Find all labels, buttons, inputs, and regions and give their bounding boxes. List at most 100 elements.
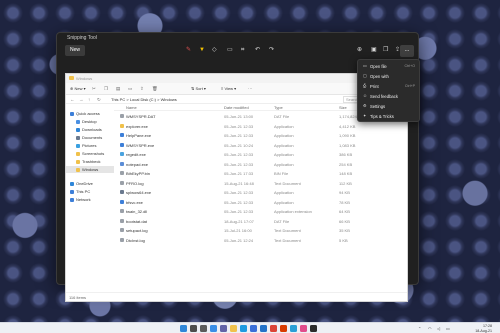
nav-item[interactable]: This PC [66,188,114,195]
teams-chat-icon[interactable] [220,325,227,332]
file-icon [120,180,124,185]
more-icon[interactable]: ... [400,45,414,57]
file-icon [120,199,124,204]
redo-icon[interactable]: ↷ [269,47,274,54]
file-size: 5 KB [339,237,348,243]
file-row[interactable]: bootstat.dat 18-Aug-21 17:07 DAT File 66 KB [114,217,407,225]
nav-item[interactable]: Screenshots [66,150,114,157]
file-type: Application extension [274,209,312,214]
nav-item-label: Trashbeck [82,159,101,164]
file-row[interactable]: regedit.exe 05-Jun-21 12:33 Application 386… [114,150,407,158]
file-row[interactable]: WMSYSPR.exe 05-Jun-21 10:24 Application 1,0… [114,141,407,149]
explorer-command-bar: ⊕ New ▾ ✂ ❐ ▤ ▭ ⇪ 🗑 ⇅ Sort ▾ ≡ View ▾ ··… [66,83,407,95]
file-size: 112 KB [339,180,352,186]
address-bar[interactable]: This PC > Local Disk (C:) > Windows [108,96,338,103]
clock-date: 18-Aug-21 [475,328,492,333]
highlighter-icon[interactable]: ▼ [199,47,205,54]
file-row[interactable]: notepad.exe 05-Jun-21 12:33 Application 254… [114,160,407,168]
nav-item[interactable]: Desktop [66,118,114,125]
nav-item-label: Windows [82,167,99,172]
nav-item[interactable]: Trashbeck [66,158,114,165]
clock[interactable]: 17:28 18-Aug-21 [460,324,492,333]
file-row[interactable]: HelpPane.exe 05-Jun-21 12:33 Application 1,… [114,131,407,139]
terminal-icon[interactable] [310,325,317,332]
menu-item-open-file[interactable]: ▭ Open file Ctrl+O [358,61,419,71]
menu-item-settings[interactable]: ⚙ Settings [358,101,419,111]
file-type: Text Document [274,237,301,243]
zoom-icon[interactable]: ⊕ [357,47,362,54]
column-date[interactable]: Date modified [224,105,249,110]
column-name[interactable]: Name [126,105,137,110]
file-row[interactable]: splwow64.exe 05-Jun-21 12:33 Application 94… [114,188,407,196]
lightbulb-icon: ✦ [363,113,367,118]
edge-icon[interactable] [240,325,247,332]
nav-item[interactable]: Pictures [66,142,114,149]
more-icon[interactable]: ··· [248,86,253,91]
file-explorer-icon[interactable] [230,325,237,332]
nav-item[interactable]: Windows [66,166,114,173]
share-icon[interactable]: ⇪ [140,86,144,92]
photos-icon[interactable] [290,325,297,332]
file-type: Application [274,190,294,195]
undo-icon[interactable]: ↶ [255,47,260,54]
chrome-icon[interactable] [270,325,277,332]
file-row[interactable]: BthEkyPP.bin 05-Jun-21 17:33 BIN File 148 K… [114,169,407,177]
nav-item[interactable]: Network [66,196,114,203]
delete-icon[interactable]: 🗑 [152,86,158,92]
nav-item[interactable]: Quick access [66,110,114,117]
chevron-up-icon[interactable]: ⌃ [418,326,421,331]
menu-item-label: Open with [370,74,389,79]
task-view-icon[interactable] [200,325,207,332]
start-icon[interactable] [180,325,187,332]
nav-item[interactable]: Downloads [66,126,114,133]
file-row[interactable]: PFRO.log 15-Aug-21 16:48 Text Document 112 … [114,179,407,187]
snipping-tool-icon[interactable] [300,325,307,332]
file-row[interactable]: DtcInst.log 05-Jun-21 12:24 Text Document 5… [114,236,407,244]
copy-icon[interactable]: ❐ [104,86,108,92]
back-icon[interactable]: ← [70,97,75,102]
menu-item-print[interactable]: ⎙ Print Ctrl+P [358,81,419,91]
ruler-icon[interactable]: ▭ [227,47,233,54]
crop-icon[interactable]: ⌗ [241,47,244,54]
pen-icon[interactable]: ✎ [186,47,191,54]
forward-icon[interactable]: → [79,97,84,102]
file-row[interactable]: bfsvc.exe 05-Jun-21 12:33 Application 78 KB [114,198,407,206]
up-icon[interactable]: ↑ [88,97,90,102]
menu-item-shortcut: Ctrl+P [404,84,415,88]
nav-item[interactable]: Documents [66,134,114,141]
office-icon[interactable] [280,325,287,332]
file-row[interactable]: setupact.log 15-Jul-21 16:00 Text Document… [114,226,407,234]
file-icon [120,190,124,194]
column-size[interactable]: Size [339,105,347,110]
cut-icon[interactable]: ✂ [92,86,96,92]
search-icon[interactable] [190,325,197,332]
view-button[interactable]: ≡ View ▾ [221,86,236,91]
copy-icon[interactable]: ❐ [383,47,388,54]
sort-button[interactable]: ⇅ Sort ▾ [191,86,206,91]
rename-icon[interactable]: ▭ [128,86,132,92]
explorer-new-button[interactable]: ⊕ New ▾ [70,86,86,91]
new-snip-button[interactable]: New [65,45,85,56]
menu-item-send-feedback[interactable]: ☺ Send feedback [358,91,419,101]
file-icon [120,161,124,166]
eraser-icon[interactable]: ◇ [212,47,217,54]
store-icon[interactable] [250,325,257,332]
save-icon[interactable]: ▣ [371,47,377,54]
file-row[interactable]: twain_32.dll 05-Jun-21 12:33 Application e… [114,207,407,215]
nav-item[interactable]: OneDrive [66,180,114,187]
widgets-icon[interactable] [210,325,217,332]
column-type[interactable]: Type [274,105,283,110]
explorer-window-title: Windows [76,76,93,81]
refresh-icon[interactable]: ↻ [97,97,101,103]
nav-item-label: Documents [82,135,103,140]
battery-icon[interactable]: ▭ [446,326,450,331]
wifi-icon[interactable]: ◠ [428,326,432,331]
mail-icon[interactable] [260,325,267,332]
paste-icon[interactable]: ▤ [116,86,120,92]
menu-item-open-with[interactable]: ▢ Open with [358,71,419,81]
menu-item-label: Tips & Tricks [370,114,394,119]
file-row[interactable]: explorer.exe 05-Jun-21 12:33 Application 4,… [114,122,407,130]
volume-icon[interactable]: ◁ [437,326,440,331]
file-icon [120,209,124,213]
menu-item-tips-tricks[interactable]: ✦ Tips & Tricks [358,111,419,121]
